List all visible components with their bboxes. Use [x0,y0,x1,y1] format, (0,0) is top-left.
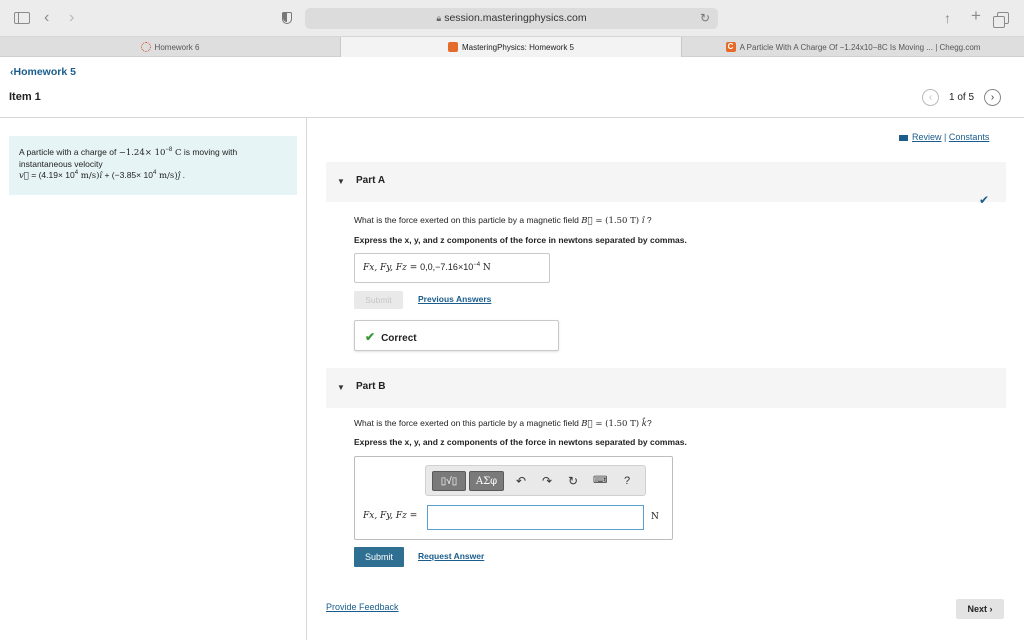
question-text: What is the force exerted on this partic… [354,418,582,428]
part-b-title: Part B [356,381,386,392]
field-symbol: B⃗ [581,419,593,429]
share-icon[interactable]: ↑︎ [944,9,951,27]
velocity-y: + (−3.85× 10 [102,170,153,180]
tab-label: MasteringPhysics: Homework 5 [461,42,575,52]
question-text: ? [644,215,652,225]
masteringphysics-favicon-icon [447,42,458,52]
part-a-header[interactable]: ▼ Part A [326,162,1006,202]
tab-label: A Particle With A Charge Of −1.24x10−8C … [739,42,981,52]
browser-toolbar: ‹ › 🔒︎ session.masteringphysics.com ↻ ↑︎ … [0,0,1024,37]
review-link[interactable]: Review [912,132,942,142]
symbols-button[interactable]: ΑΣφ [469,471,504,491]
question-text: ? [646,418,652,428]
answer-value: 0,0,−7.16×10 [420,262,474,272]
part-b-header[interactable]: ▼ Part B [326,368,1006,408]
reset-icon[interactable]: ↻ [568,472,578,490]
part-b-submit-button[interactable]: Submit [354,547,404,567]
redo-icon[interactable]: ↷ [542,472,552,490]
input-label: Fx, Fy, Fz = [363,511,418,521]
question-text: What is the force exerted on this partic… [354,215,582,225]
privacy-shield-icon[interactable] [282,12,292,24]
field-value: = (1.50 T) [592,419,642,429]
address-bar[interactable]: 🔒︎ session.masteringphysics.com ↻ [305,8,718,29]
gear-favicon-icon [140,42,151,52]
column-divider [306,118,307,640]
tab-strip: Homework 6 MasteringPhysics: Homework 5 … [0,37,1024,57]
collapse-caret-icon: ▼ [337,177,345,186]
velocity-y-unit: m/s) [156,171,178,181]
link-separator: | [941,132,949,142]
tab-masteringphysics[interactable]: MasteringPhysics: Homework 5 [341,37,682,57]
breadcrumb[interactable]: ‹Homework 5 [10,66,76,78]
tab-label: Homework 6 [154,42,200,52]
math-toolbar: ▯√▯ ΑΣφ ↶ ↷ ↻ ⌨ ? [425,465,646,496]
problem-statement: A particle with a charge of −1.24× 10−8 … [9,136,297,195]
velocity-symbol: v⃗ [19,171,29,181]
help-button[interactable]: ? [624,472,630,490]
header-divider [0,117,1024,118]
correct-label: Correct [381,333,417,344]
reload-icon[interactable]: ↻ [700,11,710,25]
previous-answers-link[interactable]: Previous Answers [418,294,491,304]
part-a-submit-button: Submit [354,291,403,309]
previous-item-button[interactable]: ‹ [922,88,939,106]
field-value: = (1.50 T) [592,216,642,226]
back-arrow-icon[interactable]: ‹ [44,9,49,27]
constants-link[interactable]: Constants [949,132,990,142]
collapse-caret-icon: ▼ [337,383,345,392]
correct-check-icon: ✔ [365,330,376,344]
next-button[interactable]: Next › [956,599,1004,619]
forward-arrow-icon[interactable]: › [69,9,74,27]
part-b-instruction: Express the x, y, and z components of th… [354,437,687,447]
url-text: session.masteringphysics.com [444,12,587,24]
item-pager: ‹ 1 of 5 › [922,88,1002,106]
request-answer-link[interactable]: Request Answer [418,551,484,561]
answer-unit: N [480,263,491,273]
part-a-complete-check-icon: ✔ [979,193,990,207]
field-symbol: B⃗ [581,216,593,226]
part-a-instruction: Express the x, y, and z components of th… [354,235,687,245]
part-a-correct-feedback: ✔ Correct [354,320,559,351]
breadcrumb-label: Homework 5 [13,66,76,78]
review-icon [899,134,908,141]
next-label: Next [967,604,987,614]
sidebar-toggle-icon[interactable] [14,12,30,24]
problem-text: instantaneous velocity [19,159,103,169]
part-a-answer-field: Fx, Fy, Fz = 0,0,−7.16×10−4 N [354,253,550,283]
part-b-question: What is the force exerted on this partic… [354,418,652,429]
page-title: Item 1 [9,91,41,103]
part-a-question: What is the force exerted on this partic… [354,215,652,226]
problem-text: is moving with [181,147,238,157]
chegg-favicon-icon: C [725,42,736,52]
keyboard-icon[interactable]: ⌨ [593,472,607,490]
tab-chegg[interactable]: C A Particle With A Charge Of −1.24x10−8… [682,37,1024,57]
pager-text: 1 of 5 [949,91,975,103]
undo-icon[interactable]: ↶ [516,472,526,490]
review-constants-links: Review | Constants [899,132,989,142]
velocity-x-unit: m/s) [78,171,100,181]
provide-feedback-link[interactable]: Provide Feedback [326,602,399,612]
problem-text: A particle with a charge of [19,147,119,157]
problem-text: . [180,170,185,180]
tab-homework-6[interactable]: Homework 6 [0,37,341,57]
part-b-math-editor: ▯√▯ ΑΣφ ↶ ↷ ↻ ⌨ ? Fx, Fy, Fz = N [354,456,673,540]
part-b-answer-input[interactable] [427,505,644,530]
velocity-x: = (4.19× 10 [28,170,75,180]
part-a-title: Part A [356,175,386,186]
lock-icon: 🔒︎ [436,13,442,23]
templates-button[interactable]: ▯√▯ [432,471,466,491]
charge-value: −1.24× 10 [118,148,166,158]
unit-label: N [651,512,659,522]
next-item-button[interactable]: › [984,88,1002,106]
answer-label: Fx, Fy, Fz = [363,263,421,273]
new-tab-icon[interactable]: + [971,7,981,25]
tab-overview-icon[interactable] [993,12,1009,28]
